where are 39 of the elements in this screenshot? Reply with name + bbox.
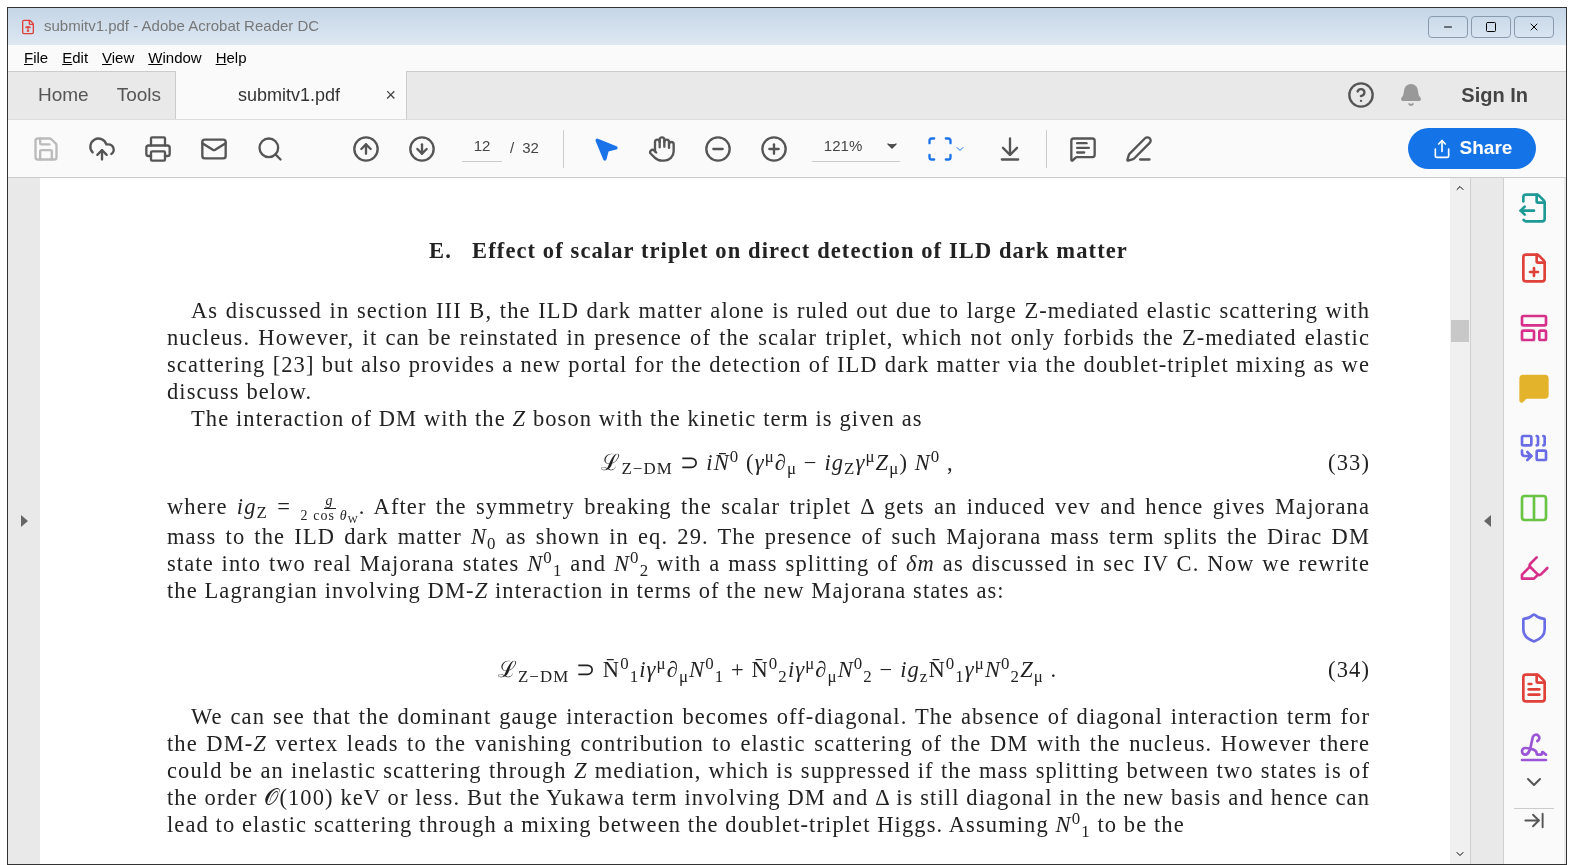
maximize-button[interactable] — [1471, 15, 1511, 38]
organize-pages-icon — [1518, 492, 1550, 524]
menu-item[interactable]: File — [24, 46, 49, 70]
combine-icon — [1518, 432, 1550, 464]
zoom-dropdown[interactable]: 121% — [811, 134, 900, 163]
tab[interactable]: Home — [8, 71, 103, 119]
menu-item[interactable]: Help — [215, 46, 247, 70]
fit-page-button[interactable] — [925, 134, 966, 163]
equation-number: (33) — [1328, 449, 1370, 476]
equation-number: (34) — [1328, 656, 1370, 684]
tab-close-button[interactable]: × — [385, 81, 397, 109]
maximize-icon — [1485, 20, 1497, 33]
collapse-panel-icon[interactable] — [1483, 515, 1491, 527]
section-heading: E. Effect of scalar triplet on direct detection of ILD dark matter — [428, 237, 1129, 264]
sign-in-button[interactable]: Sign In — [1461, 80, 1528, 110]
bell-icon — [1399, 83, 1424, 107]
comment-icon — [1518, 372, 1550, 404]
share-button[interactable]: Share — [1408, 128, 1536, 169]
pdf-file-icon — [20, 18, 36, 35]
expand-left-icon[interactable] — [20, 515, 28, 527]
equation: ℒ$_{Z−DM}$ ⊃ iN̄$^{0}$ (γ$^{μ}$∂$_{μ}$ − ig$_{Z}$γ$^{μ}$Z$_{μ}$) N$^{0}$ , — [600, 449, 955, 476]
tab[interactable]: Tools — [102, 71, 176, 119]
page-separator: / — [510, 138, 515, 159]
page-count: 32 — [522, 138, 539, 159]
menu-item[interactable]: Edit — [62, 46, 89, 70]
equation: ℒ$_{Z−DM}$ ⊃ N̄$^{0}$$_{1}$iγ$^{μ}$∂$_{μ}$N$^{0}$$_{1}$ + N̄$^{0}$$_{2}$iγ$^{μ}$∂$_{μ}$N$^{0}$$_{2}$ − ig$_{z}$N̄$^{0}$$_{1}$γ$^{μ}$N$^{0}$$_{2}$Z$_{μ}$ . — [496, 656, 1059, 684]
window-title: submitv1.pdf - Adobe Acrobat Reader DC — [44, 16, 320, 37]
paragraph: As discussed in section III B, the ILD dark matter alone is ruled out due to large Z-mediated elastic scattering with nucleus. However, it can be reinstated in presence of the scalar triplet, which not only forbids the Z-mediated elastic scattering [23] but also provides a new portal for the detection of ILD dark matter via the doublet-triplet mixing as we discuss below. — [167, 297, 1370, 405]
signature-icon — [1518, 732, 1550, 764]
scrollbar-thumb[interactable] — [1451, 320, 1469, 342]
fit-page-icon — [925, 134, 954, 163]
paragraph: We can see that the dominant gauge interaction becomes off-diagonal. The absence of diagonal interaction term for the DM-Z vertex leads to the vanishing contribution to elastic scattering of the DM with the nucleus. However there could be an inelastic scattering through Z mediation, which is suppressed if the mass splitting between two states is of the order 𝒪(100) keV or less. But the Yukawa term involving DM and Δ is still diagonal in the new basis and hence can lead to elastic scattering through a mixing between the doublet-triplet Higgs. Assuming N$^{0}$$_{1}$ to be the — [167, 703, 1370, 839]
tab[interactable]: submitv1.pdf × — [175, 71, 408, 119]
page-number-field[interactable]: 12 — [462, 134, 502, 163]
menu-item[interactable]: Window — [148, 46, 202, 70]
menu-item[interactable]: View — [102, 46, 135, 70]
paragraph: The interaction of DM with the Z boson with the kinetic term is given as — [190, 405, 924, 432]
layout-icon — [1518, 312, 1550, 344]
help-icon — [1347, 81, 1376, 109]
